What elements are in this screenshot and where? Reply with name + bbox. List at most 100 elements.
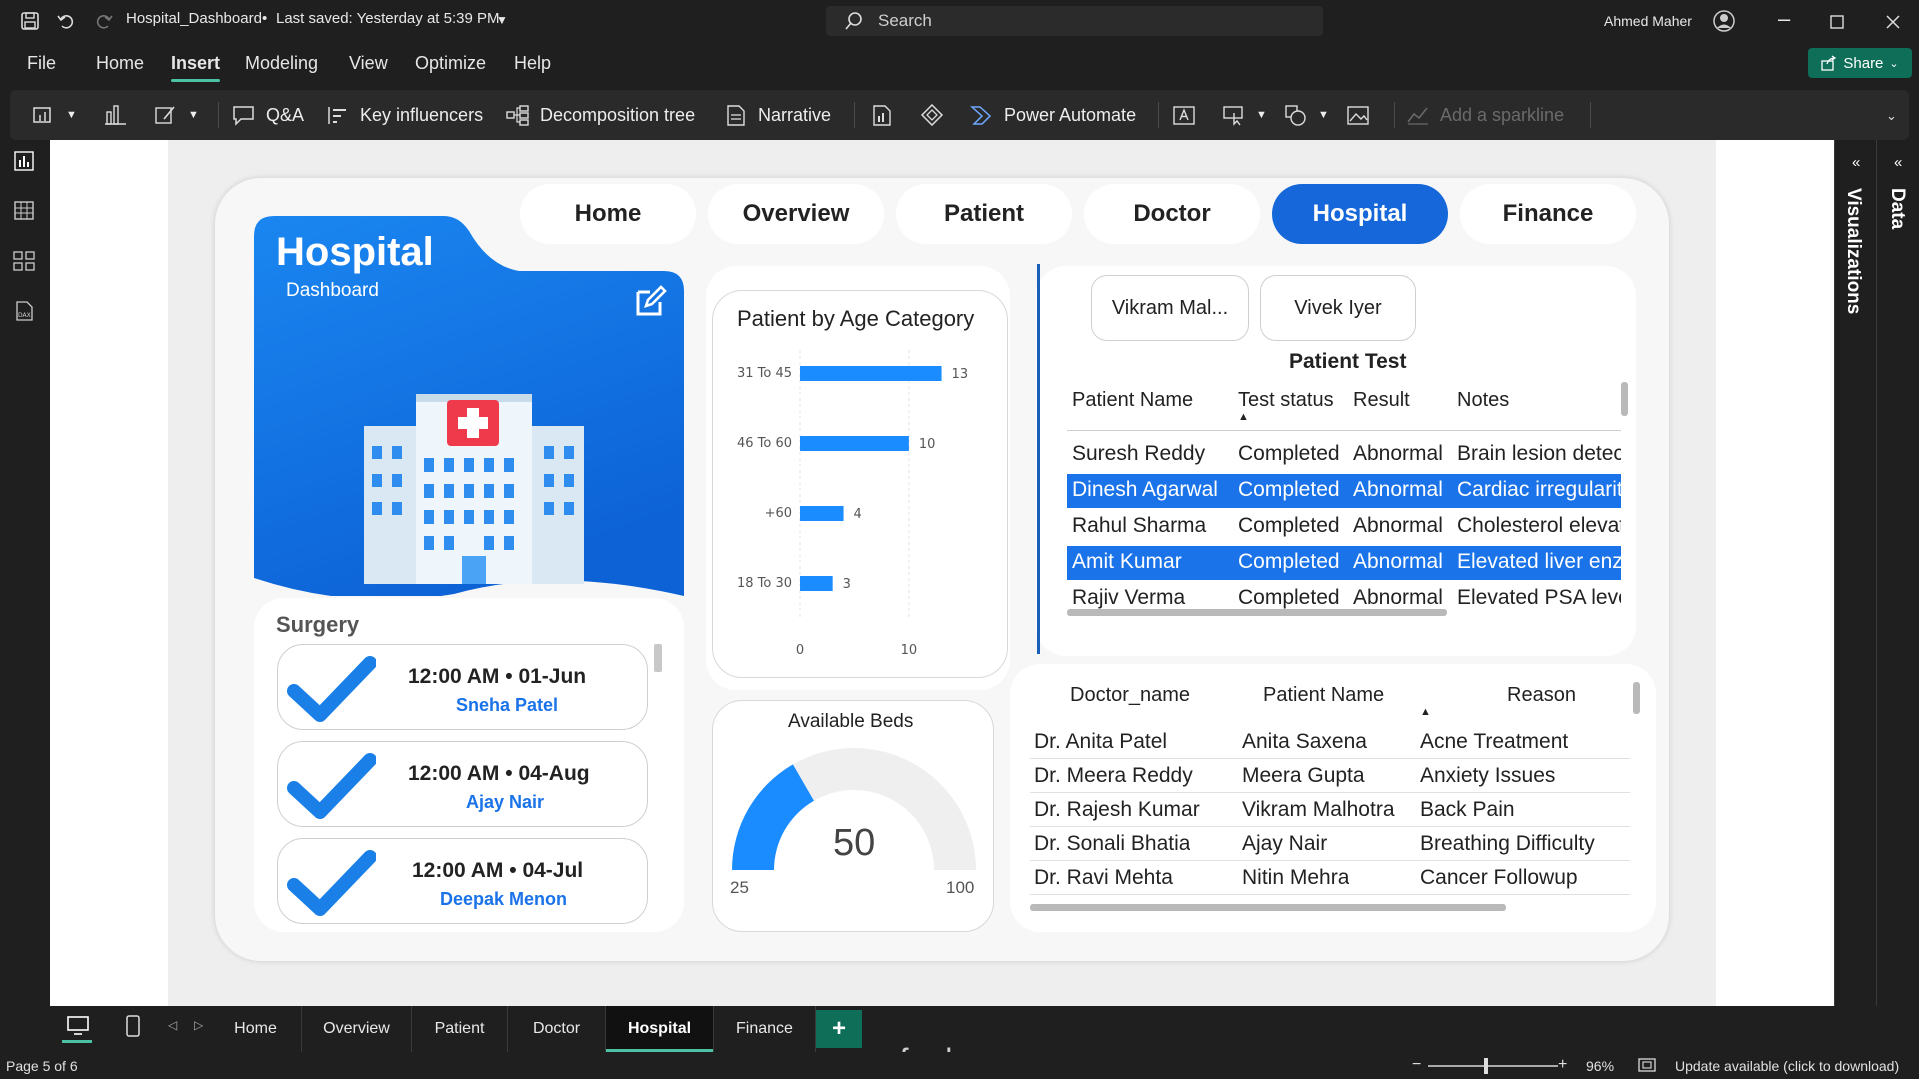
doctor-table-hscrollbar[interactable]: [1030, 904, 1506, 911]
edit-icon[interactable]: [634, 284, 668, 318]
nav-finance-button[interactable]: Finance: [1460, 184, 1636, 244]
col-header-reason[interactable]: Reason: [1507, 684, 1576, 707]
add-page-button[interactable]: +: [816, 1010, 862, 1048]
model-view-icon[interactable]: [13, 250, 37, 272]
list-item[interactable]: 12:00 AM • 01-Jun Sneha Patel: [277, 644, 648, 730]
bar[interactable]: [800, 506, 844, 521]
table-cell[interactable]: Ajay Nair: [1242, 832, 1327, 856]
col-header-notes[interactable]: Notes: [1457, 389, 1509, 412]
slicer-doctor-vikram[interactable]: Vikram Mal...: [1091, 275, 1249, 341]
table-cell[interactable]: Dr. Meera Reddy: [1034, 764, 1193, 788]
menu-modeling[interactable]: Modeling: [245, 53, 318, 74]
data-pane-tab[interactable]: Data: [1886, 188, 1908, 229]
col-header-doctor-name[interactable]: Doctor_name: [1070, 684, 1190, 707]
menu-optimize[interactable]: Optimize: [415, 53, 486, 74]
tab-scroll-right-icon[interactable]: ▷: [194, 1018, 203, 1032]
text-box-button[interactable]: [1172, 104, 1196, 126]
col-header-patient-name[interactable]: Patient Name: [1072, 389, 1193, 412]
desktop-layout-icon[interactable]: [66, 1014, 90, 1038]
add-sparkline-button[interactable]: Add a sparkline: [1406, 104, 1564, 126]
new-visual-button[interactable]: ▼: [32, 104, 77, 126]
menu-help[interactable]: Help: [514, 53, 551, 74]
page-tab-overview[interactable]: Overview: [302, 1006, 412, 1052]
decomposition-tree-button[interactable]: Decomposition tree: [506, 104, 695, 126]
power-automate-button[interactable]: Power Automate: [970, 104, 1136, 126]
zoom-slider-track[interactable]: [1428, 1065, 1558, 1067]
expand-visualizations-icon[interactable]: «: [1852, 154, 1860, 171]
expand-data-icon[interactable]: «: [1894, 154, 1902, 171]
save-icon[interactable]: [20, 11, 40, 31]
table-cell[interactable]: Dr. Anita Patel: [1034, 730, 1167, 754]
table-cell[interactable]: Anita Saxena: [1242, 730, 1367, 754]
table-cell[interactable]: Dr. Rajesh Kumar: [1034, 798, 1200, 822]
age-bar-chart[interactable]: 0 10 31 To 45 13 46 To 60 10 +60 4 18 To 30 3: [712, 350, 1008, 670]
nav-patient-button[interactable]: Patient: [896, 184, 1072, 244]
close-icon[interactable]: [1886, 15, 1900, 29]
doctor-table-vscrollbar[interactable]: [1633, 682, 1640, 714]
narrative-button[interactable]: Narrative: [724, 104, 831, 126]
undo-icon[interactable]: [56, 11, 76, 31]
menu-insert[interactable]: Insert: [171, 53, 221, 82]
zoom-in-icon[interactable]: +: [1558, 1056, 1567, 1074]
nav-overview-button[interactable]: Overview: [708, 184, 884, 244]
mobile-layout-icon[interactable]: [124, 1014, 142, 1038]
menu-home[interactable]: Home: [96, 53, 144, 74]
menu-view[interactable]: View: [349, 53, 388, 74]
page-tab-patient[interactable]: Patient: [412, 1006, 508, 1052]
table-cell[interactable]: Cancer Followup: [1420, 866, 1578, 890]
buttons-button[interactable]: ▼: [1222, 104, 1267, 126]
key-influencers-button[interactable]: Key influencers: [326, 104, 483, 126]
table-cell[interactable]: Dr. Ravi Mehta: [1034, 866, 1173, 890]
visualizations-pane-tab[interactable]: Visualizations: [1842, 188, 1864, 314]
page-tab-finance[interactable]: Finance: [714, 1006, 816, 1052]
table-cell[interactable]: Back Pain: [1420, 798, 1515, 822]
table-cell[interactable]: Anxiety Issues: [1420, 764, 1555, 788]
slicer-doctor-vivek[interactable]: Vivek Iyer: [1260, 275, 1416, 341]
col-header-test-status[interactable]: Test status: [1238, 389, 1334, 412]
tab-scroll-left-icon[interactable]: ◁: [168, 1018, 177, 1032]
avatar[interactable]: [1712, 9, 1736, 33]
page-tab-doctor[interactable]: Doctor: [508, 1006, 606, 1052]
table-cell[interactable]: Vikram Malhotra: [1242, 798, 1395, 822]
table-cell[interactable]: Breathing Difficulty: [1420, 832, 1595, 856]
table-cell[interactable]: Acne Treatment: [1420, 730, 1568, 754]
ribbon-collapse-icon[interactable]: ⌄: [1886, 108, 1897, 124]
patient-test-vscrollbar[interactable]: [1621, 382, 1628, 416]
bar[interactable]: [800, 366, 942, 381]
minimize-icon[interactable]: –: [1778, 6, 1790, 32]
bar[interactable]: [800, 436, 909, 451]
page-tab-hospital[interactable]: Hospital: [606, 1006, 714, 1052]
col-header-result[interactable]: Result: [1353, 389, 1410, 412]
list-item[interactable]: 12:00 AM • 04-Jul Deepak Menon: [277, 838, 648, 924]
shapes-button[interactable]: ▼: [1284, 104, 1329, 126]
surgery-scrollbar[interactable]: [654, 644, 662, 672]
nav-hospital-button[interactable]: Hospital: [1272, 184, 1448, 244]
search-input[interactable]: Search: [826, 6, 1323, 36]
redo-icon[interactable]: [94, 11, 114, 31]
zoom-slider-thumb[interactable]: [1484, 1058, 1488, 1074]
chevron-down-icon[interactable]: ▼: [496, 13, 508, 27]
share-button[interactable]: Share ⌄: [1808, 48, 1912, 78]
list-item[interactable]: 12:00 AM • 04-Aug Ajay Nair: [277, 741, 648, 827]
zoom-out-icon[interactable]: −: [1412, 1056, 1421, 1074]
report-view-icon[interactable]: [13, 150, 37, 172]
maximize-icon[interactable]: [1830, 15, 1844, 29]
fit-page-icon[interactable]: [1638, 1057, 1656, 1073]
table-cell[interactable]: Dr. Sonali Bhatia: [1034, 832, 1190, 856]
nav-doctor-button[interactable]: Doctor: [1084, 184, 1260, 244]
page-tab-home[interactable]: Home: [210, 1006, 302, 1052]
col-header-patient-name[interactable]: Patient Name: [1263, 684, 1384, 707]
bar[interactable]: [800, 576, 833, 591]
table-cell[interactable]: Nitin Mehra: [1242, 866, 1349, 890]
table-cell[interactable]: Meera Gupta: [1242, 764, 1365, 788]
menu-file[interactable]: File: [27, 53, 56, 74]
update-available-link[interactable]: Update available (click to download): [1675, 1058, 1899, 1074]
qa-button[interactable]: Q&A: [232, 104, 304, 126]
power-apps-button[interactable]: [920, 104, 944, 126]
more-visuals-button[interactable]: ▼: [154, 104, 199, 126]
table-view-icon[interactable]: [13, 200, 37, 222]
paginated-report-button[interactable]: [870, 104, 894, 126]
image-button[interactable]: [1346, 104, 1370, 126]
text-box-chart-button[interactable]: [104, 104, 128, 126]
dax-query-icon[interactable]: DAX: [13, 300, 37, 322]
